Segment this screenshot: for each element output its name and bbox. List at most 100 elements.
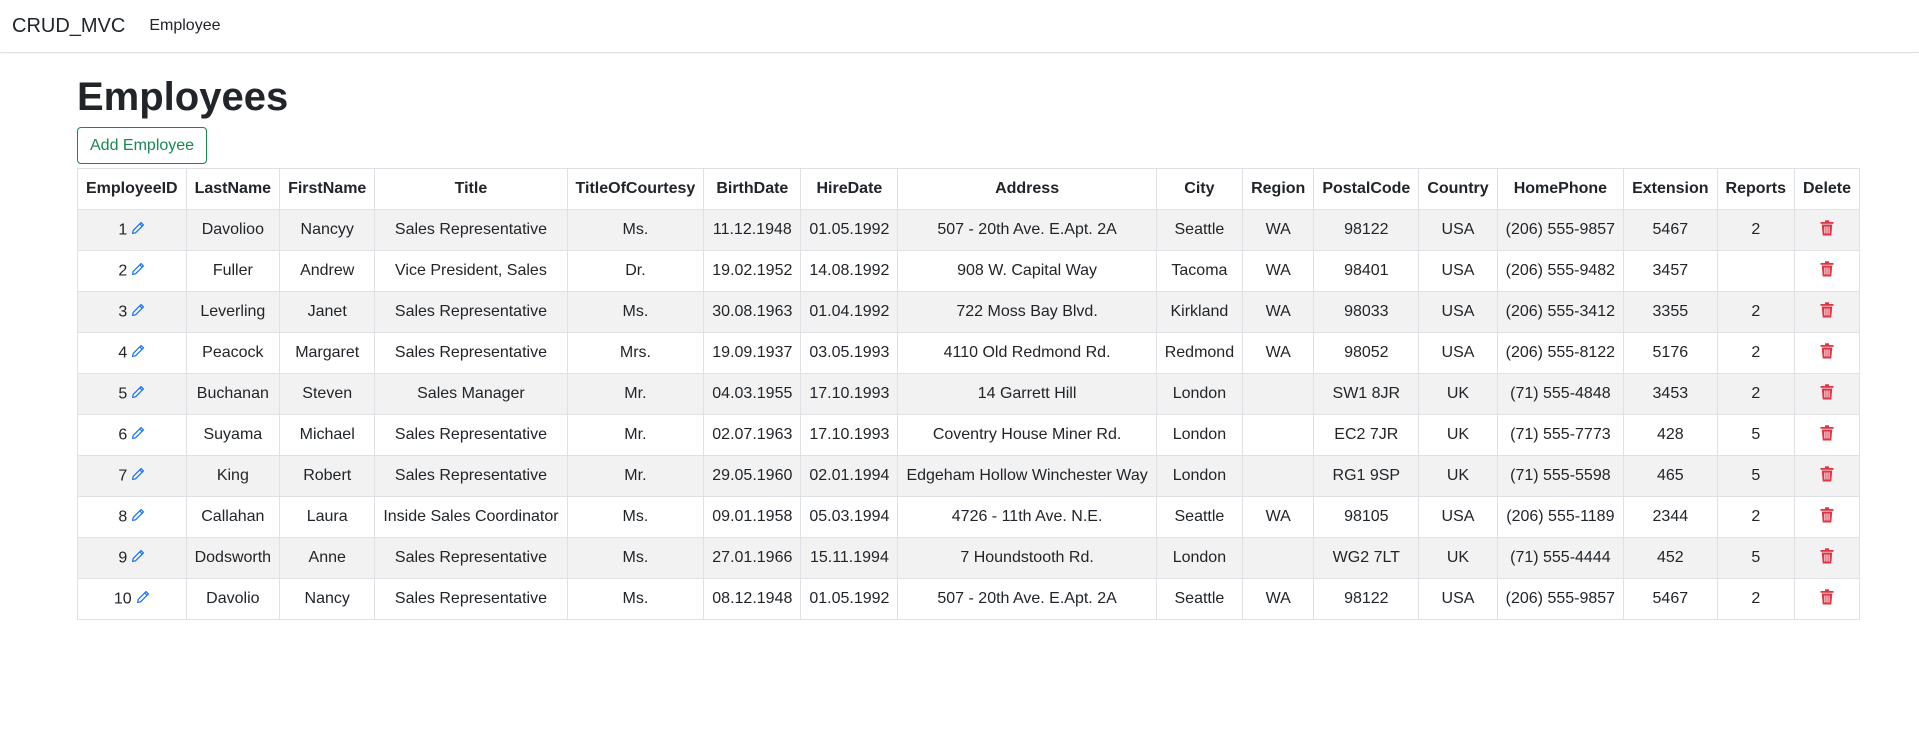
cell-delete	[1793, 209, 1861, 251]
cell-titleofcourtesy: Mr.	[566, 455, 705, 497]
cell-lastname: Davolioo	[185, 209, 281, 251]
employee-id: 5	[118, 385, 128, 403]
cell-country: USA	[1418, 496, 1498, 538]
cell-address: Coventry House Miner Rd.	[897, 414, 1157, 456]
cell-firstname: Michael	[279, 414, 376, 456]
cell-delete	[1793, 332, 1861, 374]
trash-icon[interactable]	[1820, 383, 1834, 405]
cell-firstname: Robert	[279, 455, 376, 497]
column-header-titleofcourtesy: TitleOfCourtesy	[566, 168, 705, 210]
nav-link-employee[interactable]: Employee	[149, 17, 220, 35]
cell-homephone: (206) 555-9482	[1496, 250, 1625, 292]
column-header-postalcode: PostalCode	[1313, 168, 1420, 210]
cell-firstname: Janet	[279, 291, 376, 333]
employee-id: 9	[118, 549, 128, 567]
pencil-icon[interactable]	[131, 385, 145, 404]
employee-id: 4	[118, 344, 128, 362]
add-employee-button[interactable]: Add Employee	[77, 127, 208, 164]
cell-title: Inside Sales Coordinator	[374, 496, 568, 538]
trash-icon[interactable]	[1820, 424, 1834, 446]
pencil-icon[interactable]	[131, 549, 145, 568]
pencil-icon[interactable]	[131, 221, 145, 240]
cell-lastname: Fuller	[185, 250, 281, 292]
cell-hiredate: 01.05.1992	[800, 209, 899, 251]
cell-city: London	[1155, 455, 1244, 497]
cell-homephone: (206) 555-3412	[1496, 291, 1625, 333]
column-header-extension: Extension	[1623, 168, 1718, 210]
cell-reports: 5	[1716, 414, 1796, 456]
trash-icon[interactable]	[1820, 506, 1834, 528]
cell-employeeid: 2	[77, 250, 187, 292]
cell-lastname: King	[185, 455, 281, 497]
cell-region	[1242, 414, 1315, 456]
cell-titleofcourtesy: Mr.	[566, 373, 705, 415]
employee-id: 8	[118, 508, 128, 526]
trash-icon[interactable]	[1820, 588, 1834, 610]
cell-employeeid: 1	[77, 209, 187, 251]
pencil-icon[interactable]	[136, 590, 150, 609]
pencil-icon[interactable]	[131, 426, 145, 445]
employee-id: 6	[118, 426, 128, 444]
employee-id: 10	[113, 590, 132, 608]
cell-homephone: (71) 555-7773	[1496, 414, 1625, 456]
trash-icon[interactable]	[1820, 465, 1834, 487]
cell-firstname: Nancy	[279, 578, 376, 620]
cell-birthdate: 08.12.1948	[703, 578, 802, 620]
cell-city: Redmond	[1155, 332, 1244, 374]
cell-homephone: (206) 555-8122	[1496, 332, 1625, 374]
cell-country: UK	[1418, 537, 1498, 579]
employee-id: 7	[118, 467, 128, 485]
cell-extension: 5176	[1623, 332, 1718, 374]
cell-city: London	[1155, 414, 1244, 456]
employee-id: 2	[118, 262, 128, 280]
cell-birthdate: 11.12.1948	[703, 209, 802, 251]
cell-titleofcourtesy: Ms.	[566, 537, 705, 579]
cell-delete	[1793, 455, 1861, 497]
cell-reports: 2	[1716, 496, 1796, 538]
cell-address: Edgeham Hollow Winchester Way	[897, 455, 1157, 497]
cell-birthdate: 27.01.1966	[703, 537, 802, 579]
cell-firstname: Steven	[279, 373, 376, 415]
trash-icon[interactable]	[1820, 260, 1834, 282]
cell-reports: 2	[1716, 373, 1796, 415]
brand-link[interactable]: CRUD_MVC	[12, 15, 125, 38]
pencil-icon[interactable]	[131, 344, 145, 363]
cell-region: WA	[1242, 291, 1315, 333]
cell-reports: 5	[1716, 455, 1796, 497]
cell-birthdate: 29.05.1960	[703, 455, 802, 497]
cell-titleofcourtesy: Ms.	[566, 209, 705, 251]
employees-table: EmployeeID LastName FirstName Title TitleOfC…	[77, 168, 1861, 620]
cell-hiredate: 17.10.1993	[800, 373, 899, 415]
pencil-icon[interactable]	[131, 508, 145, 527]
trash-icon[interactable]	[1820, 547, 1834, 569]
table-row: 10 Davolio Nancy Sales Representative Ms. 08.…	[77, 578, 1861, 620]
cell-delete	[1793, 373, 1861, 415]
cell-firstname: Laura	[279, 496, 376, 538]
cell-city: Seattle	[1155, 496, 1244, 538]
cell-reports	[1716, 250, 1796, 292]
column-header-firstname: FirstName	[279, 168, 376, 210]
cell-lastname: Suyama	[185, 414, 281, 456]
cell-region: WA	[1242, 578, 1315, 620]
trash-icon[interactable]	[1820, 301, 1834, 323]
cell-firstname: Nancyy	[279, 209, 376, 251]
cell-country: USA	[1418, 332, 1498, 374]
table-row: 1 Davolioo Nancyy Sales Representative Ms. 11…	[77, 209, 1861, 251]
pencil-icon[interactable]	[131, 467, 145, 486]
cell-delete	[1793, 578, 1861, 620]
cell-postalcode: SW1 8JR	[1313, 373, 1420, 415]
pencil-icon[interactable]	[131, 262, 145, 281]
cell-postalcode: EC2 7JR	[1313, 414, 1420, 456]
table-row: 8 Callahan Laura Inside Sales Coordinator Ms…	[77, 496, 1861, 538]
trash-icon[interactable]	[1820, 219, 1834, 241]
pencil-icon[interactable]	[131, 303, 145, 322]
column-header-country: Country	[1418, 168, 1498, 210]
cell-birthdate: 09.01.1958	[703, 496, 802, 538]
trash-icon[interactable]	[1820, 342, 1834, 364]
cell-hiredate: 03.05.1993	[800, 332, 899, 374]
cell-delete	[1793, 537, 1861, 579]
cell-title: Sales Representative	[374, 537, 568, 579]
cell-postalcode: WG2 7LT	[1313, 537, 1420, 579]
cell-birthdate: 19.09.1937	[703, 332, 802, 374]
page-title: Employees	[77, 75, 289, 119]
